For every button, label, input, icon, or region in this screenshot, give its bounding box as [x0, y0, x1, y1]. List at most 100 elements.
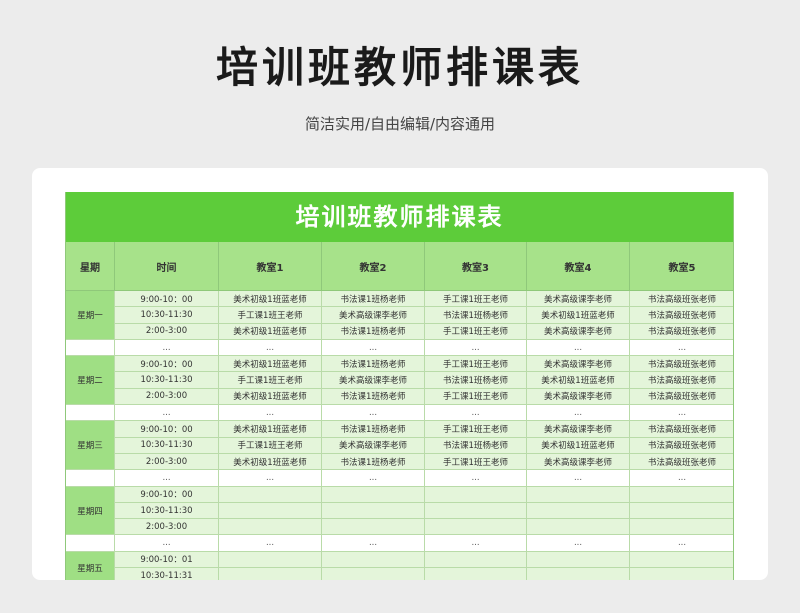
class-cell[interactable]: 手工课1班王老师	[218, 306, 322, 324]
class-cell[interactable]	[629, 567, 734, 580]
class-cell[interactable]: 美术初级1班蓝老师	[526, 436, 630, 454]
class-cell[interactable]: 手工课1班王老师	[424, 355, 527, 373]
class-cell[interactable]	[526, 501, 630, 520]
ellipsis-cell[interactable]: ...	[424, 404, 527, 422]
class-cell[interactable]	[321, 550, 425, 569]
class-cell[interactable]: 美术初级1班蓝老师	[218, 387, 322, 406]
ellipsis-cell[interactable]: ...	[218, 469, 322, 487]
class-cell[interactable]: 书法高级班张老师	[629, 387, 734, 406]
class-cell[interactable]: 书法高级班张老师	[629, 452, 734, 471]
class-cell[interactable]	[526, 518, 630, 536]
time-cell[interactable]: 9:00-10：01	[114, 550, 219, 569]
class-cell[interactable]	[629, 501, 734, 520]
class-cell[interactable]: 书法高级班张老师	[629, 355, 734, 373]
class-cell[interactable]	[218, 518, 322, 536]
class-cell[interactable]: 书法课1班杨老师	[424, 436, 527, 454]
class-cell[interactable]: 美术初级1班蓝老师	[218, 289, 322, 308]
class-cell[interactable]: 书法课1班杨老师	[321, 289, 425, 308]
ellipsis-cell[interactable]: ...	[114, 469, 219, 487]
ellipsis-cell[interactable]: ...	[526, 338, 630, 357]
class-cell[interactable]: 书法高级班张老师	[629, 436, 734, 454]
day-cell[interactable]: 星期一	[65, 290, 115, 340]
class-cell[interactable]: 美术高级课李老师	[526, 420, 630, 438]
ellipsis-cell[interactable]: ...	[629, 404, 734, 422]
class-cell[interactable]	[321, 485, 425, 503]
class-cell[interactable]	[218, 567, 322, 580]
class-cell[interactable]: 手工课1班王老师	[218, 371, 322, 389]
class-cell[interactable]: 书法课1班杨老师	[321, 420, 425, 438]
class-cell[interactable]: 美术高级课李老师	[526, 387, 630, 406]
class-cell[interactable]	[321, 518, 425, 536]
class-cell[interactable]: 书法高级班张老师	[629, 306, 734, 324]
time-cell[interactable]: 10:30-11:30	[114, 501, 219, 520]
day-cell[interactable]: 星期二	[65, 355, 115, 406]
class-cell[interactable]: 书法高级班张老师	[629, 420, 734, 438]
class-cell[interactable]: 书法课1班杨老师	[424, 371, 527, 389]
class-cell[interactable]	[424, 501, 527, 520]
time-cell[interactable]: 2:00-3:00	[114, 322, 219, 340]
time-cell[interactable]: 9:00-10：00	[114, 420, 219, 438]
class-cell[interactable]: 美术初级1班蓝老师	[218, 322, 322, 340]
ellipsis-cell[interactable]: ...	[424, 338, 527, 357]
ellipsis-cell[interactable]: ...	[321, 404, 425, 422]
ellipsis-cell[interactable]	[65, 469, 115, 487]
class-cell[interactable]	[424, 550, 527, 569]
ellipsis-cell[interactable]: ...	[321, 469, 425, 487]
ellipsis-cell[interactable]	[65, 338, 115, 357]
ellipsis-cell[interactable]: ...	[321, 534, 425, 552]
ellipsis-cell[interactable]: ...	[526, 534, 630, 552]
class-cell[interactable]	[218, 550, 322, 569]
class-cell[interactable]	[424, 485, 527, 503]
time-cell[interactable]: 9:00-10：00	[114, 355, 219, 373]
time-cell[interactable]: 2:00-3:00	[114, 452, 219, 471]
class-cell[interactable]: 书法高级班张老师	[629, 322, 734, 340]
day-cell[interactable]: 星期四	[65, 485, 115, 536]
class-cell[interactable]: 书法课1班杨老师	[321, 452, 425, 471]
class-cell[interactable]: 美术高级课李老师	[526, 322, 630, 340]
time-cell[interactable]: 9:00-10：00	[114, 289, 219, 308]
class-cell[interactable]: 美术高级课李老师	[321, 436, 425, 454]
ellipsis-cell[interactable]: ...	[114, 338, 219, 357]
ellipsis-cell[interactable]: ...	[629, 469, 734, 487]
class-cell[interactable]	[526, 550, 630, 569]
ellipsis-cell[interactable]: ...	[424, 534, 527, 552]
time-cell[interactable]: 9:00-10：00	[114, 485, 219, 503]
time-cell[interactable]: 2:00-3:00	[114, 518, 219, 536]
class-cell[interactable]: 手工课1班王老师	[424, 289, 527, 308]
time-cell[interactable]: 10:30-11:30	[114, 306, 219, 324]
class-cell[interactable]	[629, 485, 734, 503]
class-cell[interactable]: 美术高级课李老师	[526, 452, 630, 471]
class-cell[interactable]	[629, 550, 734, 569]
day-cell[interactable]: 星期五	[65, 550, 115, 580]
class-cell[interactable]: 美术初级1班蓝老师	[218, 420, 322, 438]
class-cell[interactable]: 书法课1班杨老师	[321, 322, 425, 340]
class-cell[interactable]: 手工课1班王老师	[424, 452, 527, 471]
time-cell[interactable]: 10:30-11:30	[114, 371, 219, 389]
ellipsis-cell[interactable]: ...	[218, 534, 322, 552]
class-cell[interactable]	[424, 518, 527, 536]
class-cell[interactable]	[321, 501, 425, 520]
day-cell[interactable]: 星期三	[65, 420, 115, 471]
class-cell[interactable]: 手工课1班王老师	[218, 436, 322, 454]
class-cell[interactable]: 书法高级班张老师	[629, 289, 734, 308]
ellipsis-cell[interactable]	[65, 534, 115, 552]
class-cell[interactable]: 美术高级课李老师	[526, 355, 630, 373]
ellipsis-cell[interactable]: ...	[218, 404, 322, 422]
class-cell[interactable]: 美术初级1班蓝老师	[526, 306, 630, 324]
class-cell[interactable]	[526, 567, 630, 580]
ellipsis-cell[interactable]: ...	[114, 534, 219, 552]
class-cell[interactable]: 美术初级1班蓝老师	[218, 452, 322, 471]
class-cell[interactable]: 美术初级1班蓝老师	[526, 371, 630, 389]
class-cell[interactable]: 美术高级课李老师	[321, 371, 425, 389]
class-cell[interactable]: 手工课1班王老师	[424, 420, 527, 438]
class-cell[interactable]: 书法课1班杨老师	[424, 306, 527, 324]
class-cell[interactable]	[526, 485, 630, 503]
class-cell[interactable]: 手工课1班王老师	[424, 322, 527, 340]
time-cell[interactable]: 10:30-11:30	[114, 436, 219, 454]
class-cell[interactable]: 美术高级课李老师	[321, 306, 425, 324]
ellipsis-cell[interactable]: ...	[629, 534, 734, 552]
class-cell[interactable]: 书法课1班杨老师	[321, 355, 425, 373]
ellipsis-cell[interactable]: ...	[424, 469, 527, 487]
time-cell[interactable]: 2:00-3:00	[114, 387, 219, 406]
ellipsis-cell[interactable]	[65, 404, 115, 422]
